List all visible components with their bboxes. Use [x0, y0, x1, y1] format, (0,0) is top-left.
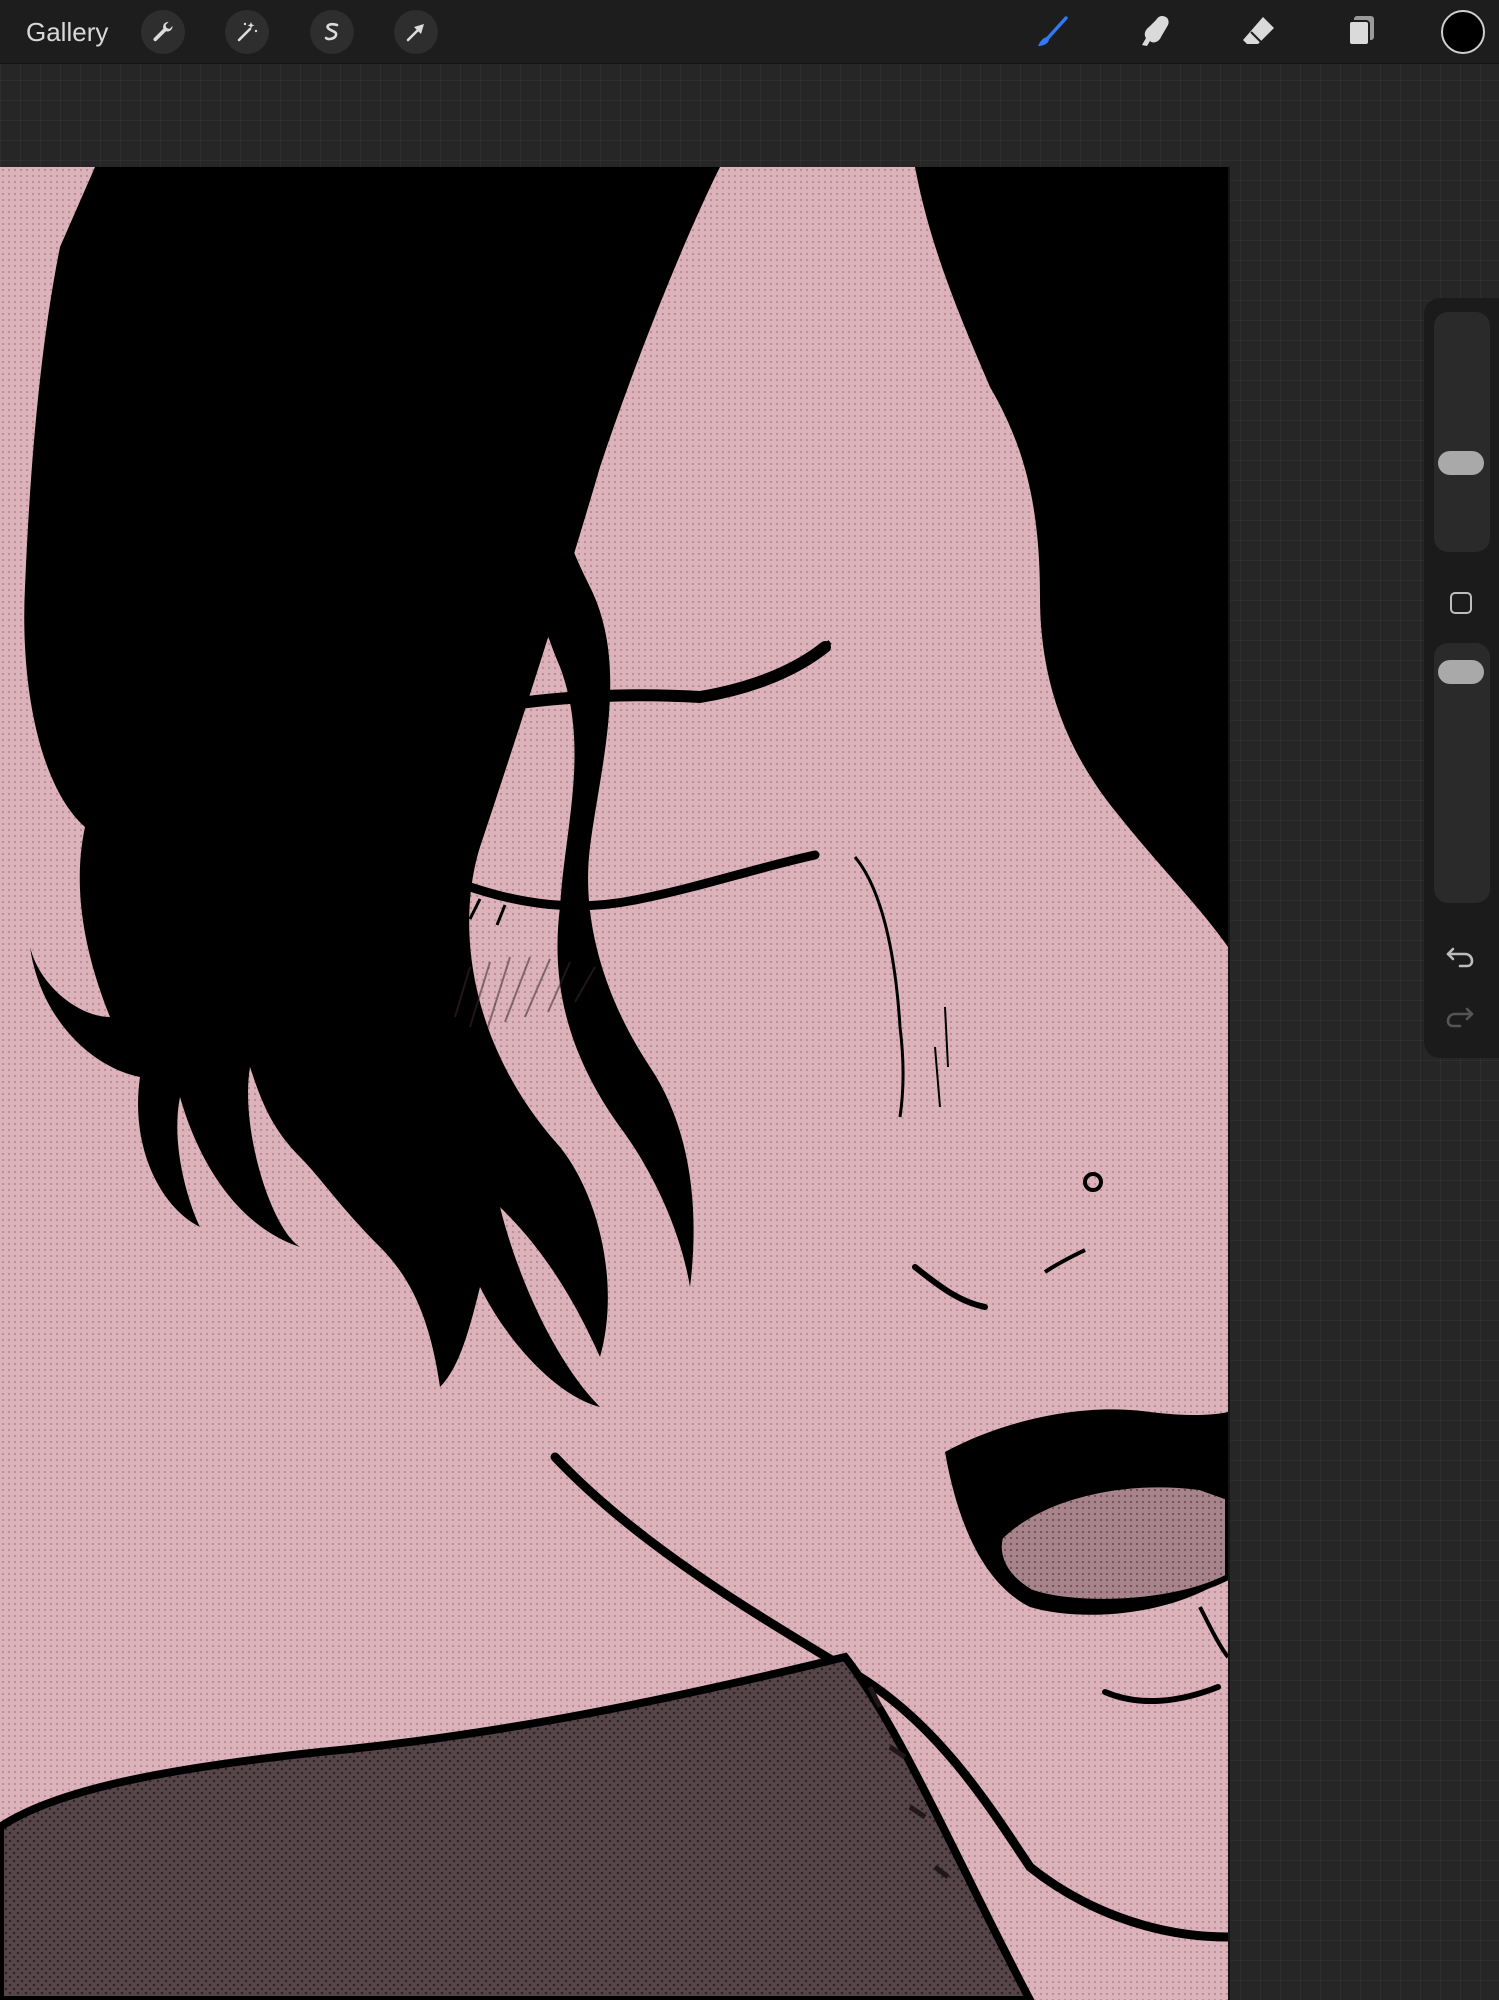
drawing-canvas[interactable] — [0, 167, 1228, 2000]
color-picker-swatch[interactable] — [1441, 10, 1485, 54]
selection-icon — [324, 22, 339, 41]
redo-icon — [1446, 1007, 1474, 1028]
opacity-thumb[interactable] — [1438, 660, 1484, 685]
brush-size-thumb[interactable] — [1438, 450, 1484, 475]
undo-icon — [1446, 947, 1474, 968]
actions-button[interactable] — [141, 10, 185, 54]
layers-button[interactable] — [1337, 8, 1385, 56]
closed-eye — [443, 850, 820, 911]
brush-tool-button[interactable] — [1030, 8, 1078, 56]
smudge-icon — [1142, 16, 1169, 46]
brush-size-slider[interactable] — [1434, 312, 1490, 552]
undo-button[interactable] — [1440, 935, 1480, 975]
square-icon — [1450, 592, 1472, 614]
layers-icon — [1348, 16, 1374, 46]
transform-button[interactable] — [394, 10, 438, 54]
hair-left — [24, 167, 720, 1407]
eraser-icon — [1243, 17, 1274, 44]
shirt — [0, 1652, 1035, 2000]
selection-button[interactable] — [310, 10, 354, 54]
transform-arrow-icon — [406, 24, 424, 42]
artwork-illustration — [0, 167, 1228, 2000]
nose-line — [853, 856, 905, 1118]
eraser-tool-button[interactable] — [1235, 8, 1283, 56]
magic-wand-icon — [237, 22, 258, 42]
redo-button[interactable] — [1440, 995, 1480, 1035]
nose-shadow — [912, 1264, 988, 1310]
procreate-app: Gallery — [0, 0, 1499, 2000]
opacity-slider[interactable] — [1434, 643, 1490, 903]
top-toolbar: Gallery — [0, 0, 1499, 64]
adjustments-button[interactable] — [225, 10, 269, 54]
wrench-icon — [153, 21, 173, 42]
modify-button[interactable] — [1446, 588, 1476, 618]
hair-right — [915, 167, 1228, 947]
smudge-tool-button[interactable] — [1132, 8, 1180, 56]
brush-icon — [1038, 16, 1068, 46]
gallery-button[interactable]: Gallery — [26, 14, 108, 50]
side-bar — [1424, 298, 1499, 1058]
mole — [1083, 1172, 1103, 1192]
